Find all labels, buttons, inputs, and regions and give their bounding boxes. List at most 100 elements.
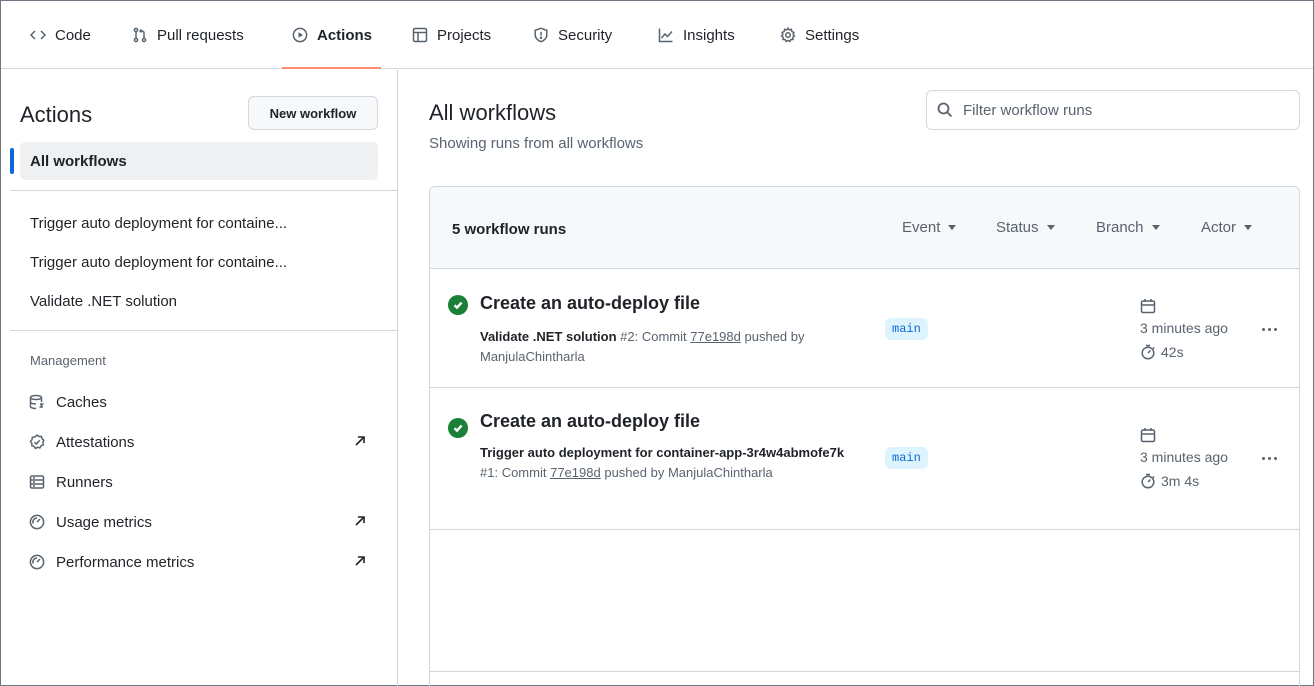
branch-filter-dropdown[interactable]: Branch bbox=[1096, 219, 1160, 236]
external-link-icon bbox=[354, 434, 368, 448]
tab-settings[interactable]: Settings bbox=[779, 1, 859, 69]
chevron-down-icon bbox=[1046, 225, 1055, 230]
sidebar-item-attestations[interactable]: Attestations bbox=[28, 430, 368, 454]
chevron-down-icon bbox=[948, 225, 957, 230]
run-title-link[interactable]: Create an auto-deploy file bbox=[480, 411, 700, 432]
tab-settings-label: Settings bbox=[805, 26, 860, 44]
sidebar-workflow-item[interactable]: Trigger auto deployment for containe... bbox=[30, 254, 287, 271]
graph-icon bbox=[657, 26, 675, 44]
tab-pull-requests-label: Pull requests bbox=[157, 26, 244, 44]
commit-sha-link[interactable]: 77e198d bbox=[550, 465, 601, 480]
tab-pull-requests[interactable]: Pull requests bbox=[131, 1, 244, 69]
tab-actions-label: Actions bbox=[317, 26, 373, 44]
commit-text: : Commit bbox=[634, 329, 687, 344]
pushed-by-text: pushed by bbox=[744, 329, 805, 344]
branch-filter-label: Branch bbox=[1096, 219, 1144, 236]
calendar-icon bbox=[1140, 427, 1156, 443]
workflow-runs-list: 5 workflow runs Event Status Branch Acto… bbox=[429, 186, 1300, 686]
sidebar-workflow-item[interactable]: Trigger auto deployment for containe... bbox=[30, 215, 287, 232]
runners-label: Runners bbox=[56, 473, 113, 491]
play-icon bbox=[291, 26, 309, 44]
server-icon bbox=[28, 473, 46, 491]
shield-icon bbox=[532, 26, 550, 44]
sidebar-item-all-workflows[interactable]: All workflows bbox=[20, 142, 378, 180]
workflow-run-row[interactable]: Create an auto-deploy file Trigger auto … bbox=[430, 388, 1299, 530]
tab-code[interactable]: Code bbox=[29, 1, 91, 69]
sidebar-item-usage-metrics[interactable]: Usage metrics bbox=[28, 510, 368, 534]
run-actor: ManjulaChintharla bbox=[480, 349, 585, 364]
status-filter-label: Status bbox=[996, 219, 1039, 236]
tab-insights-label: Insights bbox=[683, 26, 735, 44]
management-heading: Management bbox=[30, 353, 106, 368]
run-title-link[interactable]: Create an auto-deploy file bbox=[480, 293, 700, 314]
code-icon bbox=[29, 26, 47, 44]
run-time-ago: 3 minutes ago bbox=[1140, 320, 1228, 336]
repo-nav: Code Pull requests Actions Projects Secu… bbox=[1, 1, 1313, 69]
gear-icon bbox=[779, 26, 797, 44]
selected-indicator bbox=[10, 148, 14, 174]
run-number: #1 bbox=[480, 465, 495, 480]
sidebar-divider bbox=[10, 330, 397, 331]
run-workflow-name: Validate .NET solution bbox=[480, 329, 617, 344]
branch-label[interactable]: main bbox=[885, 318, 928, 340]
usage-metrics-label: Usage metrics bbox=[56, 513, 152, 531]
attestations-label: Attestations bbox=[56, 433, 135, 451]
pushed-by-text: pushed by bbox=[604, 465, 665, 480]
meter-icon bbox=[28, 513, 46, 531]
tab-projects[interactable]: Projects bbox=[411, 1, 491, 69]
sidebar-item-runners[interactable]: Runners bbox=[28, 470, 368, 494]
run-duration: 42s bbox=[1161, 344, 1184, 360]
event-filter-dropdown[interactable]: Event bbox=[902, 219, 957, 236]
caches-label: Caches bbox=[56, 393, 107, 411]
run-time-ago: 3 minutes ago bbox=[1140, 449, 1228, 465]
meter-icon bbox=[28, 553, 46, 571]
new-workflow-button[interactable]: New workflow bbox=[248, 96, 378, 130]
filter-runs-input[interactable] bbox=[963, 101, 1283, 119]
kebab-menu-icon[interactable] bbox=[1255, 448, 1283, 468]
tab-code-label: Code bbox=[55, 26, 91, 44]
kebab-menu-icon[interactable] bbox=[1255, 319, 1283, 339]
tab-projects-label: Projects bbox=[437, 26, 492, 44]
filter-runs-box[interactable] bbox=[926, 90, 1300, 130]
commit-text: : Commit bbox=[494, 465, 547, 480]
calendar-icon bbox=[1140, 298, 1156, 314]
performance-metrics-label: Performance metrics bbox=[56, 553, 195, 571]
actor-filter-label: Actor bbox=[1201, 219, 1237, 236]
branch-label[interactable]: main bbox=[885, 447, 928, 469]
success-check-icon bbox=[448, 295, 468, 315]
pull-request-icon bbox=[131, 26, 149, 44]
active-tab-underline bbox=[282, 67, 382, 69]
run-duration: 3m 4s bbox=[1161, 473, 1200, 489]
verified-icon bbox=[28, 433, 46, 451]
workflow-run-row[interactable]: Create an auto-deploy file Validate .NET… bbox=[430, 269, 1299, 388]
chevron-down-icon bbox=[1244, 225, 1253, 230]
run-meta: Trigger auto deployment for container-ap… bbox=[480, 443, 860, 483]
external-link-icon bbox=[354, 514, 368, 528]
external-link-icon bbox=[354, 554, 368, 568]
tab-insights[interactable]: Insights bbox=[657, 1, 735, 69]
run-actor: ManjulaChintharla bbox=[667, 465, 773, 480]
run-workflow-name: Trigger auto deployment for container-ap… bbox=[480, 445, 845, 460]
list-bottom-divider bbox=[430, 671, 1299, 672]
run-number: #2 bbox=[620, 329, 635, 344]
sidebar-item-caches[interactable]: Caches bbox=[28, 390, 368, 414]
sidebar-title: Actions bbox=[20, 102, 93, 127]
page-subtitle: Showing runs from all workflows bbox=[429, 135, 644, 152]
database-icon bbox=[28, 393, 46, 411]
event-filter-label: Event bbox=[902, 219, 941, 236]
tab-actions[interactable]: Actions bbox=[282, 1, 382, 69]
stopwatch-icon bbox=[1140, 344, 1156, 360]
sidebar-workflow-item[interactable]: Validate .NET solution bbox=[30, 293, 177, 310]
commit-sha-link[interactable]: 77e198d bbox=[690, 329, 741, 344]
actor-filter-dropdown[interactable]: Actor bbox=[1201, 219, 1253, 236]
stopwatch-icon bbox=[1140, 473, 1156, 489]
status-filter-dropdown[interactable]: Status bbox=[996, 219, 1055, 236]
tab-security[interactable]: Security bbox=[532, 1, 612, 69]
run-meta: Validate .NET solution #2: Commit 77e198… bbox=[480, 327, 860, 367]
search-icon bbox=[937, 102, 953, 118]
runs-list-header: 5 workflow runs Event Status Branch Acto… bbox=[430, 187, 1299, 269]
success-check-icon bbox=[448, 418, 468, 438]
sidebar-item-performance-metrics[interactable]: Performance metrics bbox=[28, 550, 368, 574]
sidebar-divider bbox=[10, 190, 397, 191]
tab-security-label: Security bbox=[558, 26, 613, 44]
